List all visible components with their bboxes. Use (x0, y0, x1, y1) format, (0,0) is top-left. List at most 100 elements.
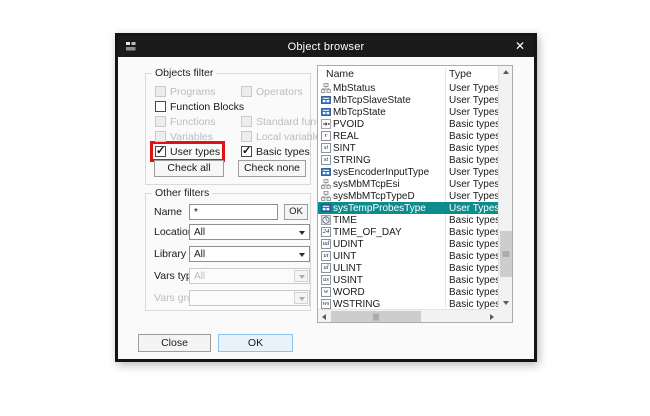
combo-value: All (194, 271, 205, 282)
item-type: User Types (449, 83, 498, 94)
item-name: MbStatus (333, 83, 375, 94)
item-name: MbTcpState (333, 107, 386, 118)
item-type: Basic types (449, 119, 498, 130)
list-item-udint[interactable]: udUDINTBasic types (318, 238, 498, 250)
checkbox-box (155, 116, 166, 127)
checkbox-box (241, 86, 252, 97)
pointer-icon (321, 119, 331, 129)
checkbox-basic-types[interactable]: ✓Basic types (239, 144, 312, 159)
type-badge-icon: st (321, 155, 331, 165)
list-item-usint[interactable]: usUSINTBasic types (318, 274, 498, 286)
checkbox-box (241, 116, 252, 127)
item-type: Basic types (449, 143, 498, 154)
item-type: User Types (449, 107, 498, 118)
list-item-systempprobestype[interactable]: sysTempProbesTypeUser Types (318, 202, 498, 214)
list-item-word[interactable]: wWORDBasic types (318, 286, 498, 298)
object-browser-dialog: Object browser ✕ Objects filter Programs… (115, 33, 537, 362)
struct-blue-icon (321, 107, 331, 117)
scroll-up-button[interactable] (499, 66, 513, 78)
item-type: Basic types (449, 251, 498, 262)
checkbox-programs: Programs (153, 84, 218, 99)
checkbox-label: Operators (256, 86, 303, 98)
type-badge-icon: ui (321, 251, 331, 261)
item-type: Basic types (449, 155, 498, 166)
type-badge-icon: 24 (321, 227, 331, 237)
list-item-time_of_day[interactable]: 24TIME_OF_DAYBasic types (318, 226, 498, 238)
struct-blue-icon (321, 167, 331, 177)
list-item-string[interactable]: stSTRING Basic types (318, 154, 498, 166)
combo-value: All (194, 249, 205, 260)
close-button[interactable]: Close (138, 334, 211, 352)
checkbox-user-types[interactable]: ✓User types (153, 144, 222, 159)
close-icon[interactable]: ✕ (515, 38, 525, 55)
item-type: Basic types (449, 287, 498, 298)
list-item-mbtcpslavestate[interactable]: MbTcpSlaveStateUser Types (318, 94, 498, 106)
horizontal-scrollbar[interactable] (318, 309, 498, 322)
list-item-real[interactable]: rREALBasic types (318, 130, 498, 142)
column-header-name[interactable]: Name (326, 68, 354, 80)
item-name: MbTcpSlaveState (333, 95, 411, 106)
ok-button[interactable]: OK (218, 334, 293, 352)
check-none-button[interactable]: Check none (238, 160, 306, 177)
checkbox-function-blocks[interactable]: Function Blocks (153, 99, 246, 114)
list-item-wstring[interactable]: wsWSTRINGBasic types (318, 298, 498, 309)
list-item-mbtcpstate[interactable]: MbTcpState User Types (318, 106, 498, 118)
column-header-type[interactable]: Type (449, 68, 472, 80)
item-name: TIME (333, 215, 357, 226)
checkbox-box (155, 86, 166, 97)
badge-text: 24 (321, 227, 331, 237)
struct-gray-icon (321, 83, 331, 93)
item-name: STRING (333, 155, 371, 166)
item-name: USINT (333, 275, 363, 286)
scroll-left-button[interactable] (318, 310, 330, 323)
type-badge-icon: r (321, 131, 331, 141)
list-item-sysencoderinputtype[interactable]: sysEncoderInputTypeUser Types (318, 166, 498, 178)
chevron-down-icon (299, 275, 305, 279)
combo-location[interactable]: All (189, 224, 310, 240)
type-badge-icon: si (321, 143, 331, 153)
item-name: sysEncoderInputType (333, 167, 429, 178)
check-all-button[interactable]: Check all (154, 160, 224, 177)
item-name: sysMbMTcpEsi (333, 179, 400, 190)
checkbox-box[interactable] (155, 101, 166, 112)
objects-filter-title: Objects filter (152, 67, 216, 79)
struct-gray-icon (321, 191, 331, 201)
combo-library[interactable]: All (189, 246, 310, 262)
vertical-scroll-thumb[interactable] (500, 231, 512, 277)
checkbox-box[interactable]: ✓ (241, 146, 252, 157)
badge-text: ud (321, 239, 331, 249)
combo-label-location: Location (154, 226, 194, 238)
scroll-right-button[interactable] (486, 310, 498, 323)
type-badge-icon: ud (321, 239, 331, 249)
combo-value: All (194, 227, 205, 238)
horizontal-scroll-thumb[interactable] (331, 311, 421, 322)
checkbox-label: Functions (170, 116, 216, 128)
list-item-sint[interactable]: siSINTBasic types (318, 142, 498, 154)
scroll-down-button[interactable] (499, 297, 513, 309)
list-item-uint[interactable]: uiUINT Basic types (318, 250, 498, 262)
thumb-grip (374, 313, 379, 320)
item-type: Basic types (449, 275, 498, 286)
vertical-scrollbar[interactable] (498, 66, 512, 309)
list-item-ulint[interactable]: ulULINTBasic types (318, 262, 498, 274)
list-item-mbstatus[interactable]: MbStatus User Types (318, 82, 498, 94)
checkbox-label: Programs (170, 86, 216, 98)
list-item-sysmbmtcpesi[interactable]: sysMbMTcpEsiUser Types (318, 178, 498, 190)
item-type: Basic types (449, 215, 498, 226)
checkbox-box[interactable]: ✓ (155, 146, 166, 157)
window-title: Object browser (118, 41, 534, 53)
item-name: UINT (333, 251, 356, 262)
list-item-sysmbmtcptyped[interactable]: sysMbMTcpTypeDUser Types (318, 190, 498, 202)
scroll-down-icon (503, 301, 509, 305)
type-badge-icon: ws (321, 299, 331, 309)
list-rows: MbStatusUser TypesMbTcpSlaveStateUser Ty… (318, 82, 498, 309)
checkbox-variables: Variables (153, 129, 215, 144)
other-filters-group: Other filters Name OK LocationAllLibrary… (145, 193, 311, 311)
item-name: WSTRING (333, 299, 380, 310)
clock-icon (321, 215, 331, 225)
list-item-time[interactable]: TIME Basic types (318, 214, 498, 226)
name-filter-ok-button[interactable]: OK (284, 204, 308, 220)
list-item-pvoid[interactable]: PVOIDBasic types (318, 118, 498, 130)
name-filter-input[interactable] (189, 204, 278, 220)
check-mark-icon: ✓ (242, 144, 251, 157)
